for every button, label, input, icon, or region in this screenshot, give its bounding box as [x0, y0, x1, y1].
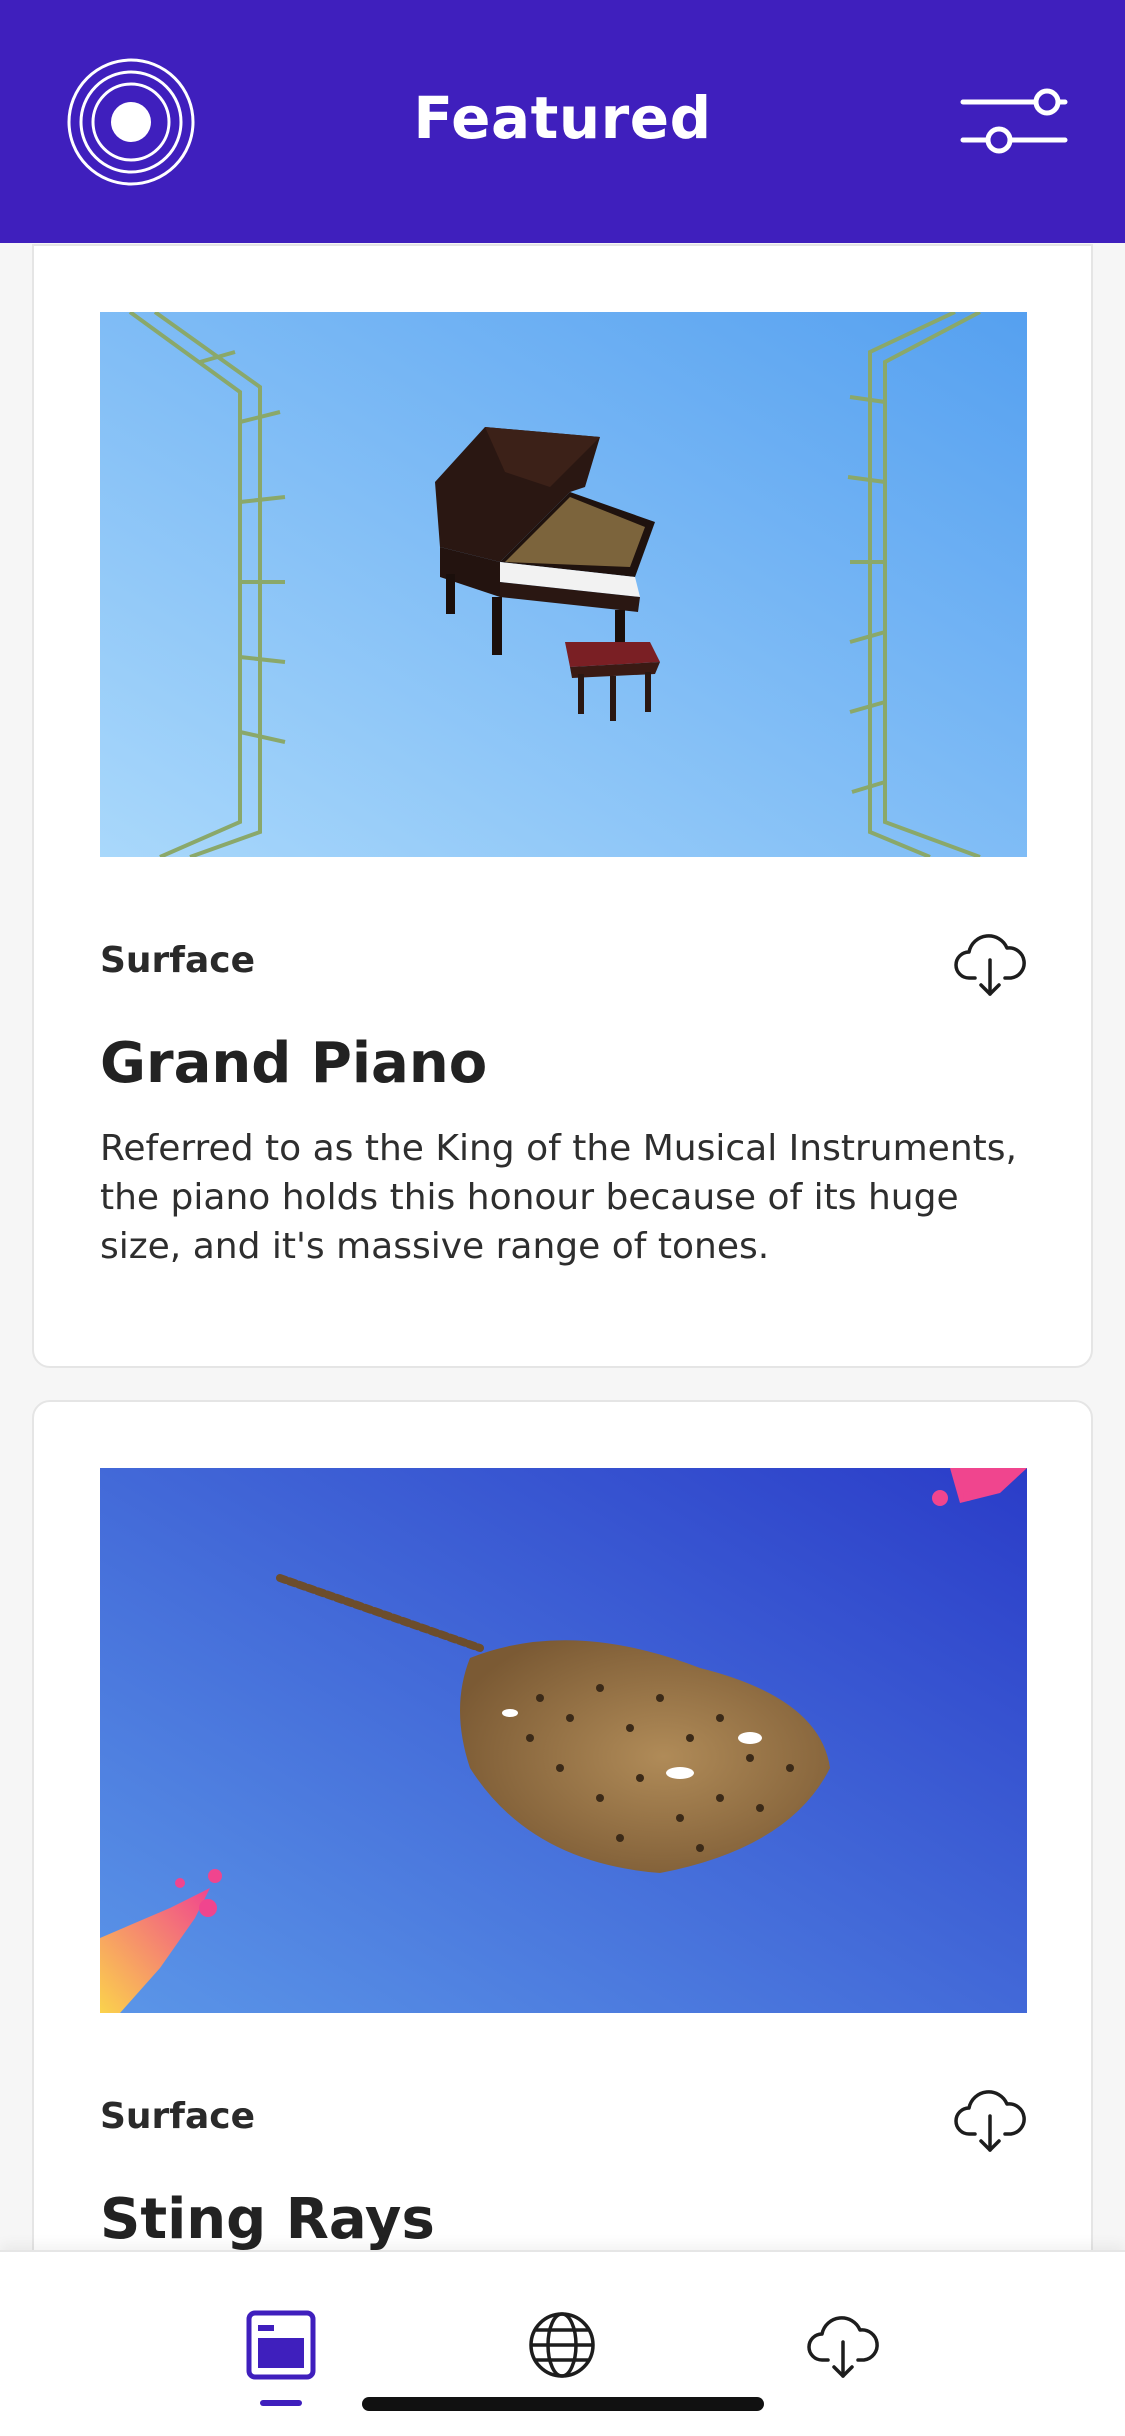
app-screen: Featured Surface Grand Piano Referred to…	[0, 0, 1125, 2436]
sting-ray-image[interactable]	[100, 1468, 1027, 2013]
page-title: Featured	[413, 84, 712, 152]
top-bar: Featured	[0, 0, 1125, 243]
home-indicator[interactable]	[362, 2397, 764, 2411]
grand-piano-image[interactable]	[100, 312, 1027, 857]
cloud-download-icon[interactable]	[953, 926, 1027, 1000]
category-label: Surface	[100, 940, 256, 981]
featured-window-icon[interactable]	[244, 2308, 318, 2382]
sliders-icon[interactable]	[959, 88, 1069, 158]
model-card-grand-piano[interactable]: Surface Grand Piano Referred to as the K…	[32, 244, 1093, 1368]
card-title: Sting Rays	[100, 2187, 435, 2252]
globe-icon[interactable]	[525, 2308, 599, 2382]
cloud-download-icon[interactable]	[806, 2308, 880, 2382]
card-title: Grand Piano	[100, 1031, 488, 1096]
active-tab-indicator	[260, 2400, 302, 2406]
cloud-download-icon[interactable]	[953, 2082, 1027, 2156]
card-description: Referred to as the King of the Musical I…	[100, 1128, 1017, 1267]
category-label: Surface	[100, 2096, 256, 2137]
